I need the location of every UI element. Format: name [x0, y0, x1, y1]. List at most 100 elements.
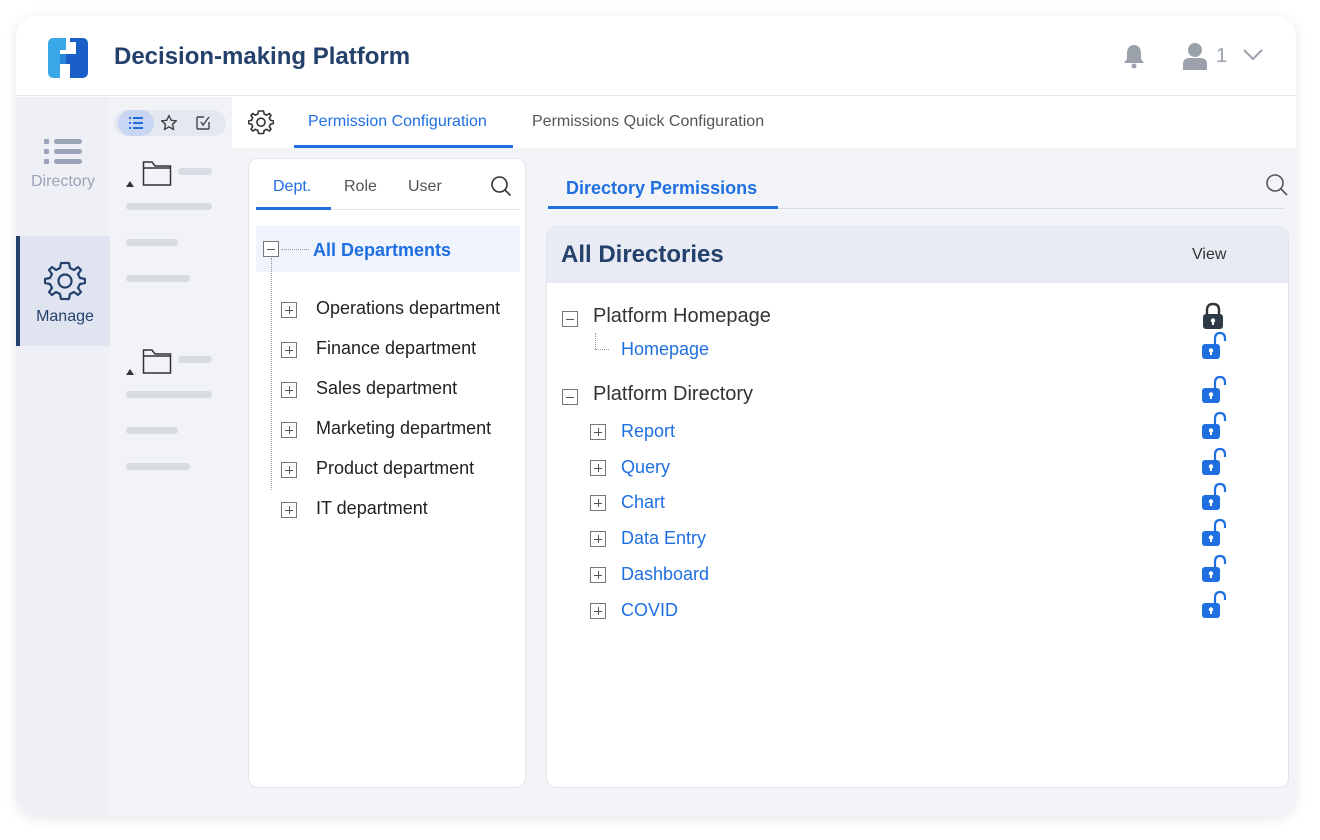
- unlocked-padlock-icon[interactable]: [1199, 375, 1227, 405]
- directory-group-label: Platform Directory: [593, 383, 754, 405]
- directory-item-row[interactable]: Dashboard: [547, 554, 1288, 590]
- view-toggle-bar: [114, 110, 226, 136]
- tree-root-all-departments[interactable]: All Departments: [256, 226, 520, 272]
- tab-directory-permissions[interactable]: Directory Permissions: [566, 178, 757, 199]
- directory-item-label: Data Entry: [621, 528, 707, 548]
- active-tab-underline: [256, 207, 331, 210]
- directory-item-row[interactable]: Homepage: [547, 331, 1288, 365]
- app-header: Decision-making Platform 1: [16, 16, 1296, 96]
- directory-item-label: Homepage: [621, 339, 710, 359]
- expand-icon[interactable]: [281, 342, 297, 358]
- directory-item-row[interactable]: Chart: [547, 482, 1288, 518]
- folder-icon: [142, 349, 172, 374]
- checklist-icon[interactable]: [194, 114, 212, 132]
- directory-item-row[interactable]: Data Entry: [547, 518, 1288, 554]
- directory-item-label: Report: [621, 421, 676, 441]
- gear-icon: [44, 261, 86, 301]
- placeholder-bar: [178, 356, 212, 363]
- app-title: Decision-making Platform: [114, 43, 411, 70]
- tab-role[interactable]: Role: [344, 178, 377, 196]
- expand-icon[interactable]: [590, 495, 606, 511]
- expand-icon[interactable]: [281, 422, 297, 438]
- tab-dept[interactable]: Dept.: [273, 178, 311, 196]
- unlocked-padlock-icon[interactable]: [1199, 554, 1227, 584]
- placeholder-bar: [126, 239, 178, 246]
- expand-triangle-icon[interactable]: [126, 369, 134, 375]
- placeholder-bar: [126, 463, 190, 470]
- directory-group-row[interactable]: Platform Homepage: [547, 301, 1288, 333]
- tab-user[interactable]: User: [408, 178, 442, 196]
- unlocked-padlock-icon[interactable]: [1199, 590, 1227, 620]
- tree-item[interactable]: IT department: [249, 494, 525, 524]
- tree-item-label: Sales department: [316, 378, 458, 398]
- active-tab-underline: [548, 206, 778, 209]
- directory-group-row[interactable]: Platform Directory: [547, 375, 1288, 411]
- config-tab-bar: Permission Configuration Permissions Qui…: [232, 97, 1296, 148]
- tree-root-label: All Departments: [313, 240, 452, 260]
- expand-icon[interactable]: [590, 460, 606, 476]
- tree-item-label: Product department: [316, 458, 475, 478]
- directory-table-header: All Directories View: [547, 227, 1288, 283]
- directory-header-title: All Directories: [561, 241, 724, 268]
- tree-item[interactable]: Marketing department: [249, 414, 525, 444]
- platform-logo: [48, 38, 88, 78]
- unlocked-padlock-icon[interactable]: [1199, 482, 1227, 512]
- tree-item-label: IT department: [316, 498, 428, 518]
- expand-icon[interactable]: [281, 302, 297, 318]
- expand-icon[interactable]: [590, 531, 606, 547]
- nav-item-directory[interactable]: Directory: [16, 137, 110, 191]
- search-icon[interactable]: [490, 175, 512, 197]
- settings-gear-icon: [248, 110, 274, 135]
- list-view-icon: [129, 117, 143, 129]
- unlocked-padlock-icon[interactable]: [1199, 518, 1227, 548]
- tab-permission-configuration[interactable]: Permission Configuration: [308, 113, 487, 131]
- search-icon[interactable]: [1265, 173, 1289, 197]
- user-avatar-icon[interactable]: [1182, 42, 1208, 70]
- unlocked-padlock-icon[interactable]: [1199, 411, 1227, 441]
- nav-directory-label: Directory: [30, 173, 95, 190]
- tree-item[interactable]: Operations department: [249, 294, 525, 324]
- user-count: 1: [1216, 45, 1228, 67]
- list-view-button[interactable]: [118, 110, 154, 136]
- placeholder-bar: [178, 168, 212, 175]
- unlocked-padlock-icon[interactable]: [1199, 447, 1227, 477]
- placeholder-bar: [126, 275, 190, 282]
- directory-item-row[interactable]: COVID: [547, 590, 1288, 626]
- nav-manage-label: Manage: [36, 308, 94, 325]
- left-nav: Directory Manage: [16, 97, 110, 816]
- tree-connector: [281, 249, 309, 250]
- expand-icon[interactable]: [590, 603, 606, 619]
- locked-padlock-icon[interactable]: [1199, 301, 1227, 331]
- unlocked-padlock-icon[interactable]: [1199, 331, 1227, 361]
- expand-icon[interactable]: [281, 462, 297, 478]
- directory-item-row[interactable]: Query: [547, 447, 1288, 483]
- tree-item[interactable]: Finance department: [249, 334, 525, 364]
- collapse-icon[interactable]: [263, 241, 279, 257]
- star-icon[interactable]: [160, 114, 178, 132]
- expand-icon[interactable]: [281, 502, 297, 518]
- active-tab-underline: [294, 145, 513, 148]
- chevron-down-icon[interactable]: [1242, 48, 1264, 62]
- collapse-icon[interactable]: [562, 311, 578, 327]
- secondary-sidebar: [110, 97, 232, 816]
- main-content: Permission Configuration Permissions Qui…: [232, 97, 1296, 816]
- expand-icon[interactable]: [590, 567, 606, 583]
- placeholder-bar: [126, 203, 212, 210]
- directory-item-row[interactable]: Report: [547, 411, 1288, 447]
- directory-item-label: COVID: [621, 600, 679, 620]
- app-window: Decision-making Platform 1 Directory Man…: [16, 16, 1296, 816]
- nav-item-manage[interactable]: Manage: [16, 236, 110, 346]
- directory-group-label: Platform Homepage: [593, 305, 771, 327]
- expand-icon[interactable]: [590, 424, 606, 440]
- view-column-header: View: [1192, 246, 1227, 263]
- placeholder-bar: [126, 391, 212, 398]
- expand-icon[interactable]: [281, 382, 297, 398]
- folder-icon: [142, 161, 172, 186]
- collapse-icon[interactable]: [562, 389, 578, 405]
- notification-bell-icon[interactable]: [1122, 43, 1146, 69]
- expand-triangle-icon[interactable]: [126, 181, 134, 187]
- tree-item[interactable]: Product department: [249, 454, 525, 484]
- tab-permissions-quick-configuration[interactable]: Permissions Quick Configuration: [532, 113, 764, 131]
- tree-item-label: Marketing department: [316, 418, 492, 438]
- tree-item[interactable]: Sales department: [249, 374, 525, 404]
